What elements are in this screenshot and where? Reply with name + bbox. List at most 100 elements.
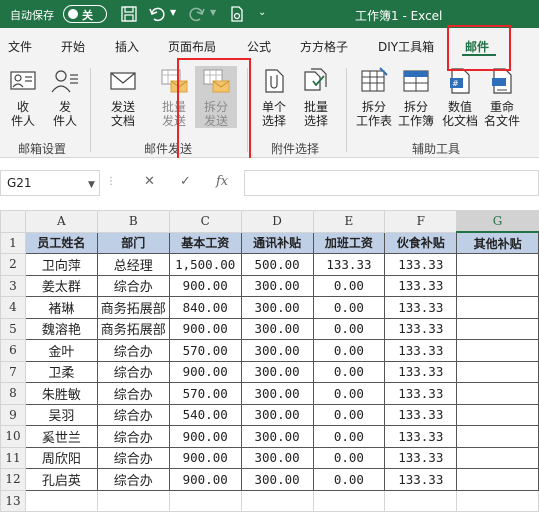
data-cell[interactable]: 0.00 xyxy=(312,360,386,383)
row-header[interactable]: 4 xyxy=(0,296,26,319)
data-cell[interactable]: 300.00 xyxy=(240,403,314,426)
data-cell[interactable]: 300.00 xyxy=(240,425,314,448)
data-cell[interactable]: 总经理 xyxy=(96,253,170,276)
data-cell[interactable]: 900.00 xyxy=(168,468,242,491)
tab-diy-toolbox[interactable]: DIY工具箱 xyxy=(378,38,434,55)
data-cell[interactable]: 朱胜敏 xyxy=(24,382,98,405)
save-icon[interactable] xyxy=(120,5,138,23)
data-cell[interactable]: 900.00 xyxy=(168,274,242,297)
data-cell[interactable]: 900.00 xyxy=(168,360,242,383)
row-header[interactable]: 1 xyxy=(0,231,26,254)
data-cell[interactable]: 奚世兰 xyxy=(24,425,98,448)
data-cell[interactable]: 300.00 xyxy=(240,296,314,319)
touch-mode-icon[interactable] xyxy=(228,5,246,23)
redo-dropdown-icon[interactable]: ▼ xyxy=(210,8,216,17)
data-cell[interactable]: 卫柔 xyxy=(24,360,98,383)
data-cell[interactable]: 商务拓展部 xyxy=(96,317,170,340)
rename-file-button[interactable]: 重命 名文件 xyxy=(482,66,522,128)
autosave-toggle[interactable]: 关 xyxy=(63,5,107,23)
row-header[interactable]: 8 xyxy=(0,382,26,405)
column-header-b[interactable]: B xyxy=(96,210,170,233)
empty-cell[interactable] xyxy=(312,489,386,512)
single-select-button[interactable]: 单个 选择 xyxy=(254,66,294,128)
data-cell[interactable]: 900.00 xyxy=(168,446,242,469)
column-header-e[interactable]: E xyxy=(312,210,386,233)
tab-fangfang[interactable]: 方方格子 xyxy=(300,38,348,55)
data-cell[interactable] xyxy=(456,446,539,469)
data-cell[interactable]: 1,500.00 xyxy=(168,253,242,276)
data-cell[interactable]: 133.33 xyxy=(384,274,458,297)
data-cell[interactable]: 840.00 xyxy=(168,296,242,319)
header-cell[interactable]: 通讯补贴 xyxy=(240,231,314,254)
row-header[interactable]: 6 xyxy=(0,339,26,362)
data-cell[interactable] xyxy=(456,317,539,340)
data-cell[interactable]: 900.00 xyxy=(168,425,242,448)
data-cell[interactable]: 133.33 xyxy=(384,296,458,319)
data-cell[interactable] xyxy=(456,403,539,426)
data-cell[interactable]: 综合办 xyxy=(96,425,170,448)
data-cell[interactable]: 133.33 xyxy=(384,253,458,276)
tab-file[interactable]: 文件 xyxy=(8,38,32,55)
data-cell[interactable]: 褚琳 xyxy=(24,296,98,319)
row-header[interactable]: 3 xyxy=(0,274,26,297)
tab-home[interactable]: 开始 xyxy=(61,38,85,55)
cancel-icon[interactable]: ✕ xyxy=(144,174,155,189)
data-cell[interactable]: 300.00 xyxy=(240,339,314,362)
data-cell[interactable]: 综合办 xyxy=(96,403,170,426)
data-cell[interactable]: 133.33 xyxy=(384,339,458,362)
tab-page-layout[interactable]: 页面布局 xyxy=(168,38,216,55)
data-cell[interactable]: 300.00 xyxy=(240,382,314,405)
data-cell[interactable]: 卫向萍 xyxy=(24,253,98,276)
data-cell[interactable]: 周欣阳 xyxy=(24,446,98,469)
data-cell[interactable]: 900.00 xyxy=(168,317,242,340)
header-cell[interactable]: 基本工资 xyxy=(168,231,242,254)
column-header-f[interactable]: F xyxy=(384,210,458,233)
name-box-dropdown-icon[interactable]: ▼ xyxy=(88,180,95,190)
data-cell[interactable]: 综合办 xyxy=(96,446,170,469)
header-cell[interactable]: 加班工资 xyxy=(312,231,386,254)
data-cell[interactable]: 综合办 xyxy=(96,360,170,383)
column-header-c[interactable]: C xyxy=(168,210,242,233)
name-box[interactable]: G21 xyxy=(0,170,100,196)
data-cell[interactable]: 300.00 xyxy=(240,317,314,340)
data-cell[interactable] xyxy=(456,274,539,297)
data-cell[interactable]: 0.00 xyxy=(312,296,386,319)
row-header[interactable]: 11 xyxy=(0,446,26,469)
data-cell[interactable]: 133.33 xyxy=(312,253,386,276)
data-cell[interactable]: 0.00 xyxy=(312,317,386,340)
data-cell[interactable]: 0.00 xyxy=(312,446,386,469)
row-header[interactable]: 12 xyxy=(0,468,26,491)
data-cell[interactable] xyxy=(456,253,539,276)
data-cell[interactable]: 133.33 xyxy=(384,317,458,340)
split-sheet-button[interactable]: 拆分 工作表 xyxy=(354,66,394,128)
empty-cell[interactable] xyxy=(96,489,170,512)
data-cell[interactable]: 0.00 xyxy=(312,403,386,426)
row-header[interactable]: 10 xyxy=(0,425,26,448)
header-cell[interactable]: 其他补贴 xyxy=(456,231,539,254)
tab-formulas[interactable]: 公式 xyxy=(247,38,271,55)
data-cell[interactable]: 孔启英 xyxy=(24,468,98,491)
data-cell[interactable] xyxy=(456,468,539,491)
data-cell[interactable]: 300.00 xyxy=(240,468,314,491)
data-cell[interactable]: 570.00 xyxy=(168,382,242,405)
column-header-a[interactable]: A xyxy=(24,210,98,233)
data-cell[interactable]: 133.33 xyxy=(384,425,458,448)
data-cell[interactable] xyxy=(456,339,539,362)
data-cell[interactable]: 商务拓展部 xyxy=(96,296,170,319)
data-cell[interactable]: 300.00 xyxy=(240,274,314,297)
send-document-button[interactable]: 发送 文档 xyxy=(103,66,143,128)
recipient-button[interactable]: 收 件人 xyxy=(3,66,43,128)
data-cell[interactable] xyxy=(456,360,539,383)
data-cell[interactable]: 0.00 xyxy=(312,339,386,362)
data-cell[interactable]: 金叶 xyxy=(24,339,98,362)
data-cell[interactable]: 133.33 xyxy=(384,403,458,426)
undo-icon[interactable] xyxy=(148,5,166,23)
data-cell[interactable]: 吴羽 xyxy=(24,403,98,426)
tab-insert[interactable]: 插入 xyxy=(115,38,139,55)
customize-qat-icon[interactable]: ⌄ xyxy=(258,7,266,18)
data-cell[interactable]: 133.33 xyxy=(384,446,458,469)
data-cell[interactable]: 300.00 xyxy=(240,360,314,383)
column-header-g[interactable]: G xyxy=(456,210,539,233)
data-cell[interactable]: 综合办 xyxy=(96,339,170,362)
empty-cell[interactable] xyxy=(168,489,242,512)
